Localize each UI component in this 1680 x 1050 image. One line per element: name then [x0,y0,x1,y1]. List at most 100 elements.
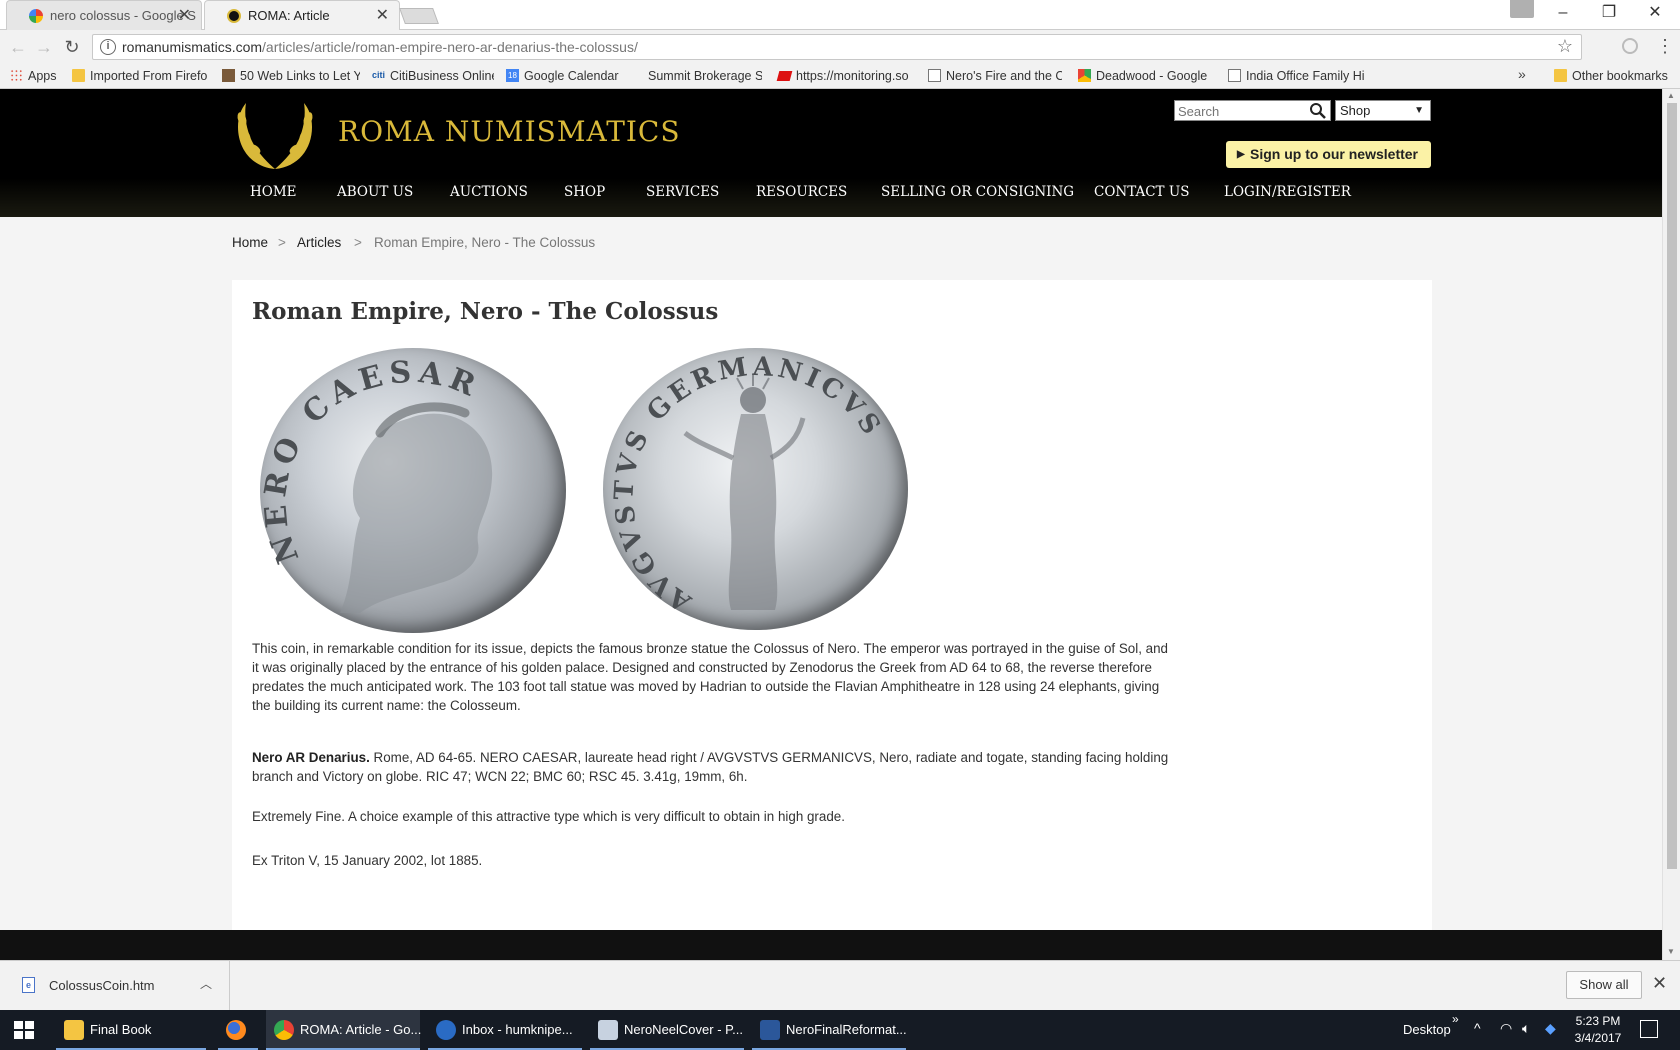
maps-icon [1078,69,1091,82]
page-viewport: ROMA NUMISMATICS Shop ▼ ▶ Sign up to our… [0,89,1662,960]
nav-resources[interactable]: RESOURCES [756,174,847,210]
site-search-input[interactable] [1178,103,1306,119]
taskbar-chrome-roma[interactable]: ROMA: Article - Go... [266,1010,421,1050]
dropbox-icon[interactable]: ◆ [1545,1020,1556,1037]
bookmark-india-office[interactable]: India Office Family Hi [1226,66,1366,86]
article-card: Roman Empire, Nero - The Colossus NERO C… [232,280,1432,960]
file-explorer-icon [64,1020,84,1040]
bookmark-monitoring[interactable]: https://monitoring.so [776,66,912,86]
new-tab-button[interactable] [399,8,439,24]
action-center-icon[interactable] [1640,1020,1658,1038]
newsletter-signup-button[interactable]: ▶ Sign up to our newsletter [1226,141,1431,168]
restore-icon[interactable]: ❐ [1586,0,1632,28]
close-downloads-icon[interactable]: ✕ [1652,973,1667,994]
bookmark-citibusiness[interactable]: citi CitiBusiness Online [370,66,494,86]
article-provenance: Ex Triton V, 15 January 2002, lot 1885. [252,853,483,868]
site-info-icon[interactable]: i [100,39,116,55]
taskbar-final-book[interactable]: Final Book [56,1010,206,1050]
calendar-icon: 18 [506,69,519,82]
taskbar-word-nerofinal[interactable]: NeroFinalReformat... [752,1010,907,1050]
chrome-icon [274,1020,294,1040]
url-text: romanumismatics.com/articles/article/rom… [122,39,638,55]
play-triangle-icon: ▶ [1237,149,1245,160]
firefox-icon [226,1020,246,1040]
apps-grid-icon [10,69,23,82]
red-flag-icon [776,71,793,81]
bookmark-50-web-links[interactable]: 50 Web Links to Let Y [220,66,360,86]
taskbar-firefox[interactable] [218,1010,258,1050]
site-header: ROMA NUMISMATICS Shop ▼ ▶ Sign up to our… [0,89,1662,217]
nav-services[interactable]: SERVICES [646,174,719,210]
bookmark-star-icon[interactable]: ☆ [1557,36,1573,57]
chrome-menu-icon[interactable]: ⋮ [1656,36,1674,56]
nav-selling-or-consigning[interactable]: SELLING OR CONSIGNING [881,174,1074,210]
bookmark-deadwood[interactable]: Deadwood - Google M [1076,66,1210,86]
scroll-up-arrow-icon[interactable]: ▲ [1667,91,1675,100]
taskbar-thunderbird-inbox[interactable]: Inbox - humknipe... [428,1010,582,1050]
article-grade-note: Extremely Fine. A choice example of this… [252,809,845,824]
folder-icon [72,69,85,82]
bookmark-imported-firefox[interactable]: Imported From Firefo [70,66,208,86]
breadcrumb-home[interactable]: Home [232,235,268,250]
extension-icon[interactable] [1622,38,1638,54]
nav-auctions[interactable]: AUCTIONS [450,174,528,210]
more-bookmarks-chevron-icon[interactable]: » [1518,66,1526,82]
desktop-toolbar-label[interactable]: Desktop [1403,1010,1451,1050]
nav-shop[interactable]: SHOP [564,174,605,210]
tab-google-search[interactable]: nero colossus - Google S ✕ [6,0,202,30]
tab-roma-article[interactable]: ROMA: Article ✕ [204,0,400,30]
reload-icon[interactable]: ↻ [60,35,84,59]
windows-start-icon[interactable] [14,1021,34,1039]
nav-home[interactable]: HOME [250,174,297,210]
bookmark-neros-fire[interactable]: Nero's Fire and the Cl [926,66,1062,86]
mail-icon [436,1020,456,1040]
folder-icon [1554,69,1567,82]
nav-about-us[interactable]: ABOUT US [337,174,413,210]
chevron-up-icon[interactable]: ︿ [200,975,212,992]
close-tab-icon[interactable]: ✕ [178,1,191,30]
page-icon [630,69,643,82]
site-search-box [1174,100,1331,121]
scrollbar-thumb[interactable] [1667,103,1677,869]
nav-contact-us[interactable]: CONTACT US [1094,174,1189,210]
citi-icon: citi [372,70,386,80]
breadcrumb-articles[interactable]: Articles [297,235,341,250]
tab-strip: nero colossus - Google S ✕ ROMA: Article… [0,0,1680,30]
close-window-icon[interactable]: ✕ [1632,0,1678,28]
site-logo-text[interactable]: ROMA NUMISMATICS [338,115,681,148]
google-icon [29,9,43,23]
article-coin-description: Nero AR Denarius. Rome, AD 64-65. NERO C… [252,750,1169,784]
browser-toolbar: ← → ↻ i romanumismatics.com/articles/art… [0,30,1680,64]
back-icon[interactable]: ← [6,35,30,59]
search-icon[interactable] [1309,102,1327,120]
taskbar-paint-neroneelcover[interactable]: NeroNeelCover - P... [590,1010,744,1050]
bookmark-apps[interactable]: Apps [8,66,66,86]
download-item[interactable]: e ColossusCoin.htm ︿ [0,961,230,1011]
address-bar[interactable]: i romanumismatics.com/articles/article/r… [92,34,1582,60]
volume-icon[interactable]: 🔈︎ [1522,1020,1530,1037]
page-scrollbar[interactable]: ▲ ▼ [1662,89,1680,960]
bookmark-summit-brokerage[interactable]: Summit Brokerage Se [628,66,762,86]
downloads-bar: e ColossusCoin.htm ︿ Show all ✕ [0,960,1680,1011]
show-all-downloads-button[interactable]: Show all [1566,971,1642,999]
network-icon[interactable]: ◠ [1500,1020,1512,1037]
nero-colossus-statue-illustration: AVGVSTVS GERMANICVS [609,352,884,618]
article-paragraph: This coin, in remarkable condition for i… [252,641,1168,713]
shop-select[interactable]: Shop ▼ [1335,100,1431,121]
laurel-wreath-logo-icon[interactable] [232,97,318,173]
profile-icon[interactable] [1510,0,1534,18]
html-file-icon: e [22,977,35,993]
taskbar-clock[interactable]: 5:23 PM 3/4/2017 [1568,1013,1628,1047]
roma-favicon-icon [227,9,241,23]
scroll-down-arrow-icon[interactable]: ▼ [1667,947,1675,956]
bookmark-google-calendar[interactable]: 18 Google Calendar [504,66,622,86]
bookmark-other[interactable]: Other bookmarks [1552,66,1674,86]
minimize-icon[interactable]: – [1540,0,1586,28]
tray-chevron-up-icon[interactable]: ^ [1474,1020,1481,1036]
forward-icon[interactable]: → [32,35,56,59]
page-icon [1228,69,1241,82]
close-tab-icon[interactable]: ✕ [376,1,389,30]
dropdown-arrow-icon: ▼ [1414,105,1424,116]
nav-login-register[interactable]: LOGIN/REGISTER [1224,174,1351,210]
toolbar-expand-icon[interactable]: » [1452,1012,1459,1026]
